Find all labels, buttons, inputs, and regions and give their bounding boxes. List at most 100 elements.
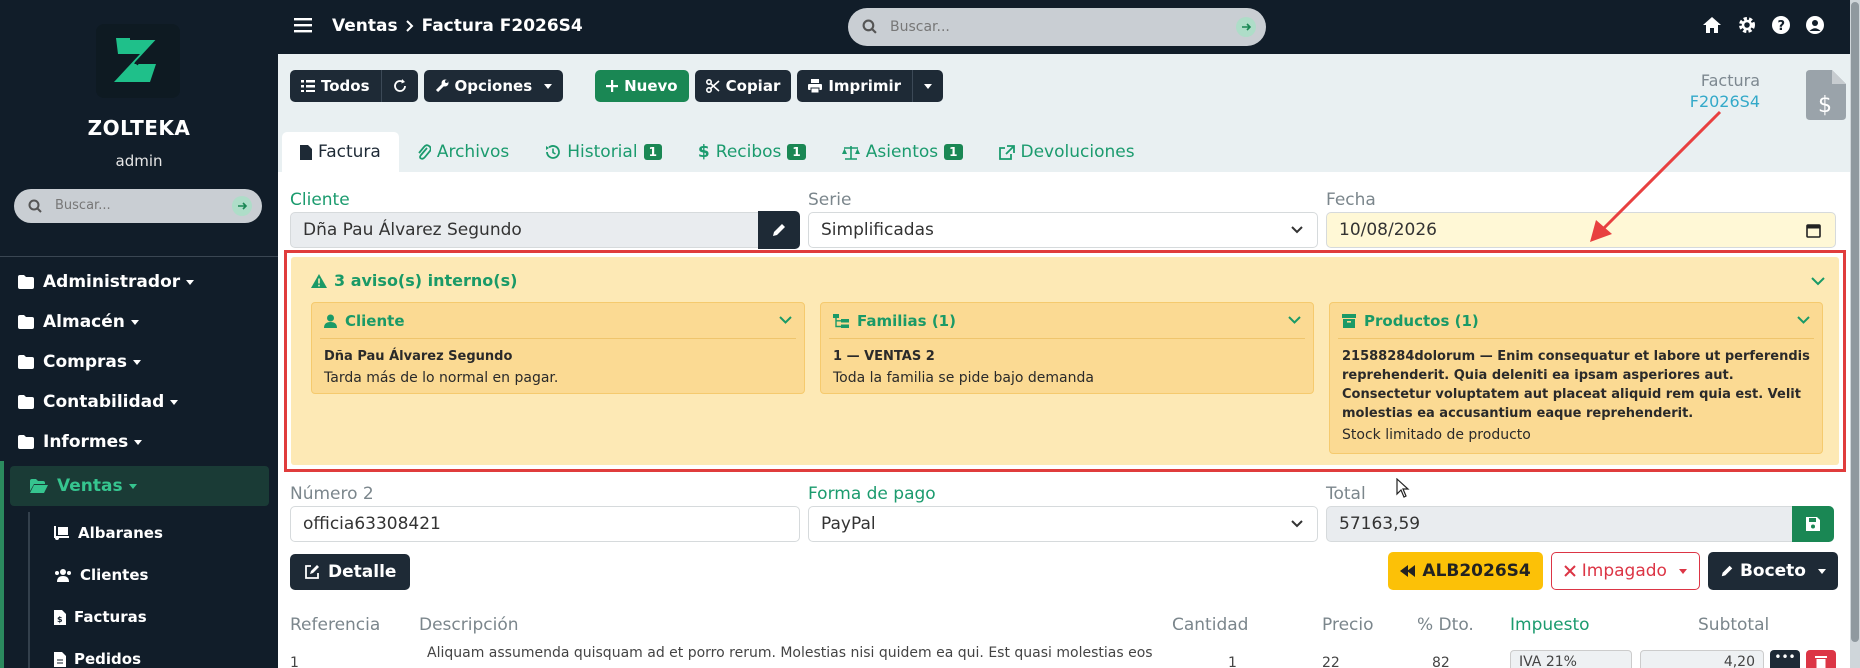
impagado-label: Impagado bbox=[1581, 561, 1667, 581]
warning-card-subject: Dña Pau Álvarez Segundo bbox=[324, 349, 513, 364]
svg-text:$: $ bbox=[57, 615, 63, 624]
calendar-icon[interactable] bbox=[1806, 223, 1821, 238]
app-logo[interactable] bbox=[96, 24, 180, 98]
todos-button[interactable]: Todos bbox=[290, 70, 381, 102]
serie-select[interactable]: Simplificadas bbox=[808, 212, 1318, 248]
pencil-icon bbox=[773, 224, 785, 236]
tab-label: Asientos bbox=[865, 142, 939, 162]
tab-archivos[interactable]: Archivos bbox=[399, 132, 527, 172]
sidebar-item-informes[interactable]: Informes bbox=[0, 422, 278, 462]
tab-label: Recibos bbox=[715, 142, 782, 162]
scissors-icon bbox=[705, 79, 720, 93]
warnings-title[interactable]: 3 aviso(s) interno(s) bbox=[311, 271, 517, 290]
sidebar-divider bbox=[0, 256, 278, 257]
warning-card-header[interactable]: Familias (1) bbox=[829, 303, 1305, 339]
sidebar-item-administrador[interactable]: Administrador bbox=[0, 262, 278, 302]
warning-card-subject: 1 — VENTAS 2 bbox=[833, 349, 935, 364]
breadcrumb-page: Factura F2026S4 bbox=[421, 16, 583, 36]
opciones-button[interactable]: Opciones bbox=[423, 70, 564, 102]
sidebar-item-label: Clientes bbox=[80, 566, 149, 584]
albaran-link-button[interactable]: ALB2026S4 bbox=[1388, 552, 1543, 590]
col-cantidad: Cantidad bbox=[1172, 615, 1249, 635]
warning-card-header[interactable]: Productos (1) bbox=[1338, 303, 1814, 339]
cliente-field: Dña Pau Álvarez Segundo bbox=[290, 212, 760, 248]
sidebar-item-compras[interactable]: Compras bbox=[0, 342, 278, 382]
sidebar-search-input[interactable]: Buscar... bbox=[14, 189, 262, 223]
forma-pago-select[interactable]: PayPal bbox=[808, 506, 1318, 542]
sidebar-item-almacen[interactable]: Almacén bbox=[0, 302, 278, 342]
folder-icon bbox=[18, 395, 34, 409]
row-impuesto-value: IVA 21% bbox=[1519, 654, 1577, 668]
numero2-value: officia63308421 bbox=[303, 514, 441, 534]
scrollbar-thumb[interactable] bbox=[1851, 2, 1859, 642]
detalle-button[interactable]: Detalle bbox=[290, 554, 411, 590]
menu-toggle-icon[interactable] bbox=[294, 17, 312, 33]
forma-pago-label: Forma de pago bbox=[808, 484, 936, 504]
sidebar: ZOLTEKA admin Buscar... Administrador Al… bbox=[0, 0, 278, 668]
boceto-button[interactable]: Boceto bbox=[1707, 552, 1838, 590]
imprimir-button[interactable]: Imprimir bbox=[797, 70, 912, 102]
tab-asientos[interactable]: Asientos 1 bbox=[824, 132, 981, 172]
chevron-down-icon[interactable] bbox=[1811, 277, 1825, 286]
save-button[interactable] bbox=[1792, 506, 1834, 542]
arrow-right-icon[interactable] bbox=[1236, 17, 1256, 37]
col-impuesto: Impuesto bbox=[1510, 615, 1590, 635]
imprimir-dropdown-toggle[interactable] bbox=[912, 70, 943, 102]
nuevo-button[interactable]: Nuevo bbox=[595, 70, 689, 102]
col-descripcion: Descripción bbox=[419, 615, 519, 635]
edit-cliente-button[interactable] bbox=[758, 211, 800, 249]
sidebar-item-facturas[interactable]: $ Facturas bbox=[30, 596, 278, 638]
scale-balanced-icon bbox=[841, 145, 860, 160]
caret-down-icon bbox=[1678, 568, 1687, 574]
help-icon[interactable]: ? bbox=[1772, 16, 1790, 34]
row-subtotal-value: 4,20 bbox=[1723, 654, 1755, 668]
annotation-arrow bbox=[1590, 110, 1722, 242]
row-description[interactable]: Aliquam assumenda quisquam ad et porro r… bbox=[427, 645, 1153, 661]
chevron-down-icon[interactable] bbox=[779, 316, 792, 324]
numero2-input[interactable]: officia63308421 bbox=[290, 506, 800, 542]
page-scrollbar[interactable] bbox=[1850, 0, 1860, 668]
imprimir-label: Imprimir bbox=[828, 77, 901, 95]
sidebar-item-contabilidad[interactable]: Contabilidad bbox=[0, 382, 278, 422]
sidebar-item-pedidos[interactable]: Pedidos bbox=[30, 638, 278, 668]
list-icon bbox=[301, 80, 315, 92]
tab-devoluciones[interactable]: Devoluciones bbox=[981, 132, 1153, 172]
row-impuesto-select[interactable]: IVA 21% bbox=[1510, 650, 1632, 668]
user-icon[interactable] bbox=[1806, 16, 1824, 34]
caret-down-icon bbox=[186, 279, 195, 285]
copiar-button[interactable]: Copiar bbox=[694, 70, 792, 102]
chevron-down-icon[interactable] bbox=[1797, 316, 1810, 324]
breadcrumb-section[interactable]: Ventas bbox=[332, 16, 398, 36]
global-search-input[interactable]: Buscar... bbox=[848, 8, 1266, 46]
forma-pago-value: PayPal bbox=[821, 514, 876, 534]
refresh-icon bbox=[393, 79, 406, 92]
refresh-button[interactable] bbox=[380, 70, 418, 102]
sidebar-item-albaranes[interactable]: Albaranes bbox=[30, 512, 278, 554]
ellipsis-icon: ••• bbox=[1774, 650, 1796, 664]
row-dto[interactable]: 82 bbox=[1432, 655, 1450, 668]
row-precio[interactable]: 22 bbox=[1322, 655, 1340, 668]
warning-card-header[interactable]: Cliente bbox=[320, 303, 796, 339]
row-ref[interactable]: 1 bbox=[290, 655, 299, 668]
sidebar-item-ventas[interactable]: Ventas bbox=[10, 466, 269, 506]
mouse-cursor-icon bbox=[1396, 478, 1410, 498]
folder-icon bbox=[18, 315, 34, 329]
tab-recibos[interactable]: $ Recibos 1 bbox=[680, 132, 824, 172]
home-icon[interactable] bbox=[1702, 16, 1722, 34]
users-icon bbox=[55, 569, 71, 582]
impagado-button[interactable]: Impagado bbox=[1550, 552, 1700, 590]
tab-historial[interactable]: Historial 1 bbox=[527, 132, 680, 172]
row-delete-button[interactable] bbox=[1806, 650, 1836, 668]
search-icon bbox=[862, 19, 877, 34]
sidebar-item-clientes[interactable]: Clientes bbox=[30, 554, 278, 596]
gear-icon[interactable] bbox=[1738, 16, 1756, 34]
todos-label: Todos bbox=[321, 77, 370, 95]
tab-factura[interactable]: Factura bbox=[282, 132, 399, 172]
arrow-right-icon[interactable] bbox=[232, 196, 252, 216]
row-more-button[interactable]: ••• bbox=[1770, 650, 1800, 668]
total-value: 57163,59 bbox=[1339, 514, 1421, 534]
chevron-down-icon bbox=[1291, 226, 1303, 234]
chevron-down-icon[interactable] bbox=[1288, 316, 1301, 324]
user-name[interactable]: admin bbox=[0, 152, 278, 170]
row-cantidad[interactable]: 1 bbox=[1228, 655, 1237, 668]
